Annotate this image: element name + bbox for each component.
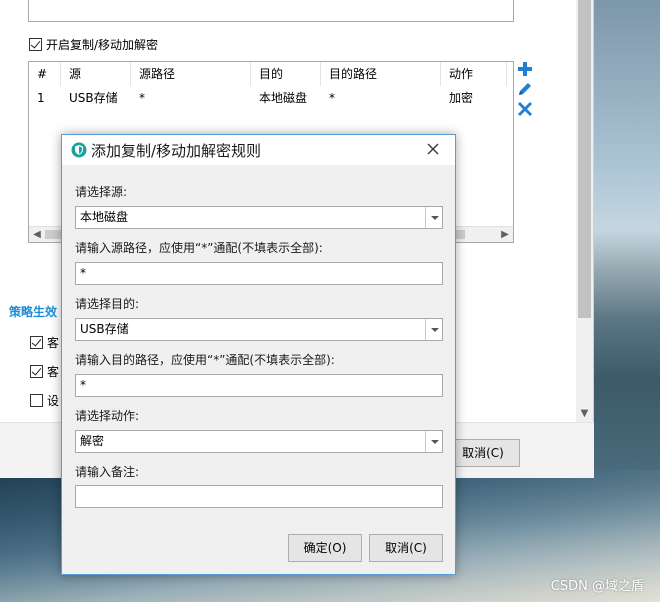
enable-encryption-checkbox[interactable] bbox=[29, 38, 42, 51]
note-label: 请输入备注: bbox=[75, 465, 140, 479]
table-cell: u bbox=[507, 86, 513, 110]
policy-option-row[interactable]: 客 bbox=[30, 363, 59, 380]
parent-cancel-button[interactable]: 取消(C) bbox=[446, 439, 520, 467]
column-header-source[interactable]: 源 bbox=[61, 62, 131, 86]
policy-option-label: 客 bbox=[47, 336, 60, 350]
dialog-titlebar[interactable]: 添加复制/移动加解密规则 bbox=[62, 135, 455, 165]
column-header-note[interactable]: 备 bbox=[507, 62, 513, 86]
policy-option-label: 客 bbox=[47, 365, 60, 379]
column-header-dest-path[interactable]: 目的路径 bbox=[321, 62, 441, 86]
policy-option-row[interactable]: 客 bbox=[30, 334, 59, 351]
chevron-down-icon[interactable] bbox=[425, 319, 442, 340]
add-rule-dialog: 添加复制/移动加解密规则 请选择源: 本地磁盘 请输入源路径，应使用“*”通配(… bbox=[61, 134, 456, 575]
delete-rule-icon[interactable] bbox=[516, 100, 534, 118]
chevron-down-icon[interactable] bbox=[425, 207, 442, 228]
dest-path-value: * bbox=[80, 378, 86, 392]
action-select[interactable]: 解密 bbox=[75, 430, 443, 453]
scrollbar-thumb[interactable] bbox=[578, 0, 591, 318]
table-cell: 本地磁盘 bbox=[259, 91, 308, 105]
dialog-title: 添加复制/移动加解密规则 bbox=[91, 142, 262, 160]
rule-actions bbox=[516, 60, 536, 120]
source-path-value: * bbox=[80, 266, 86, 280]
action-label: 请选择动作: bbox=[75, 409, 140, 423]
column-header-action[interactable]: 动作 bbox=[441, 62, 507, 86]
dest-label: 请选择目的: bbox=[75, 297, 140, 311]
note-input[interactable] bbox=[75, 485, 443, 508]
watermark-text: CSDN @域之盾 bbox=[550, 579, 644, 594]
close-icon[interactable] bbox=[425, 141, 441, 157]
table-cell: * bbox=[329, 91, 335, 105]
scroll-left-icon[interactable]: ◀ bbox=[29, 227, 45, 242]
table-cell: 1 bbox=[37, 91, 45, 105]
scroll-down-icon[interactable]: ▼ bbox=[576, 405, 593, 422]
table-cell: 加密 bbox=[449, 91, 474, 105]
dialog-body: 请选择源: 本地磁盘 请输入源路径，应使用“*”通配(不填表示全部): * 请选… bbox=[62, 165, 455, 574]
action-select-value: 解密 bbox=[80, 434, 105, 448]
dest-select-value: USB存储 bbox=[80, 322, 129, 336]
policy-section-title: 策略生效 bbox=[9, 305, 58, 319]
source-path-input[interactable]: * bbox=[75, 262, 443, 285]
column-header-dest[interactable]: 目的 bbox=[251, 62, 321, 86]
policy-option-checkbox[interactable] bbox=[30, 336, 43, 349]
column-header-index[interactable]: # bbox=[29, 62, 61, 86]
source-select[interactable]: 本地磁盘 bbox=[75, 206, 443, 229]
edit-rule-icon[interactable] bbox=[516, 80, 534, 98]
policy-option-row[interactable]: 设 bbox=[30, 392, 59, 409]
column-header-source-path[interactable]: 源路径 bbox=[131, 62, 251, 86]
source-path-label: 请输入源路径，应使用“*”通配(不填表示全部): bbox=[75, 241, 323, 255]
chevron-down-icon[interactable] bbox=[425, 431, 442, 452]
dest-path-input[interactable]: * bbox=[75, 374, 443, 397]
parent-top-list bbox=[28, 0, 514, 22]
rules-table-header: # 源 源路径 目的 目的路径 动作 备 bbox=[29, 62, 513, 86]
policy-option-checkbox[interactable] bbox=[30, 394, 43, 407]
add-rule-icon[interactable] bbox=[516, 60, 534, 78]
cancel-button[interactable]: 取消(C) bbox=[369, 534, 443, 562]
enable-encryption-row[interactable]: 开启复制/移动加解密 bbox=[29, 36, 158, 53]
policy-option-checkbox[interactable] bbox=[30, 365, 43, 378]
ok-button[interactable]: 确定(O) bbox=[288, 534, 362, 562]
shield-app-icon bbox=[71, 142, 87, 158]
dest-select[interactable]: USB存储 bbox=[75, 318, 443, 341]
table-row[interactable]: 1 USB存储 * 本地磁盘 * 加密 u bbox=[29, 86, 513, 110]
policy-option-label: 设 bbox=[47, 394, 60, 408]
desktop-background-strip bbox=[594, 0, 660, 470]
table-cell: USB存储 bbox=[69, 91, 118, 105]
source-select-value: 本地磁盘 bbox=[80, 210, 129, 224]
enable-encryption-label: 开启复制/移动加解密 bbox=[46, 38, 159, 52]
parent-vertical-scrollbar[interactable]: ▼ bbox=[576, 0, 593, 422]
dest-path-label: 请输入目的路径，应使用“*”通配(不填表示全部): bbox=[75, 353, 335, 367]
source-label: 请选择源: bbox=[75, 185, 128, 199]
table-cell: * bbox=[139, 91, 145, 105]
scroll-right-icon[interactable]: ▶ bbox=[497, 227, 513, 242]
